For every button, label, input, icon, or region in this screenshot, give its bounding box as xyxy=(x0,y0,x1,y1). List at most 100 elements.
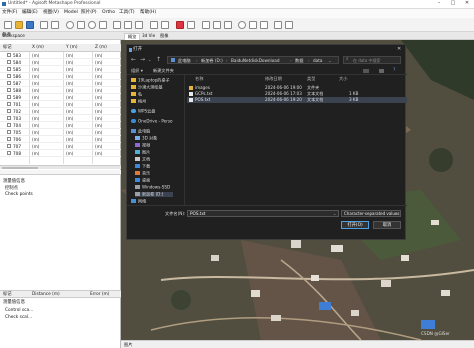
marker-icon[interactable] xyxy=(285,21,293,29)
dialog-close-icon[interactable]: ✕ xyxy=(397,47,401,52)
texture-icon[interactable] xyxy=(260,21,268,29)
maximize-icon[interactable]: □ xyxy=(446,1,460,8)
menu-photo[interactable]: 照片(P) xyxy=(81,10,97,16)
check-scale-bars-item[interactable]: Check scal... xyxy=(5,315,32,320)
col-name[interactable]: 名称 xyxy=(195,76,203,81)
path-segment[interactable]: 新加卷 (D:) xyxy=(201,58,223,63)
marker-checkbox[interactable] xyxy=(7,151,11,155)
marker-row[interactable]: 706 (m) (m) (m) xyxy=(0,136,121,143)
undo-icon[interactable] xyxy=(40,21,48,29)
marker-checkbox[interactable] xyxy=(7,123,11,127)
col-marker[interactable]: 标记 xyxy=(3,292,12,297)
reset-view-icon[interactable] xyxy=(224,21,232,29)
redo-icon[interactable] xyxy=(51,21,59,29)
marker-checkbox[interactable] xyxy=(7,137,11,141)
path-segment[interactable]: 数据 xyxy=(295,58,303,63)
scale-object-icon[interactable] xyxy=(135,21,143,29)
marker-checkbox[interactable] xyxy=(7,81,11,85)
menu-view[interactable]: 视图(V) xyxy=(43,10,59,16)
nav-item[interactable]: 3D 对象 xyxy=(135,136,157,141)
delete-icon[interactable] xyxy=(176,21,184,29)
close-icon[interactable]: ✕ xyxy=(460,1,474,8)
rotate-object-icon[interactable] xyxy=(124,21,132,29)
save-icon[interactable] xyxy=(26,21,34,29)
address-dropdown-icon[interactable]: ⌄ xyxy=(328,58,332,63)
crop-icon[interactable] xyxy=(187,21,195,29)
nav-item-selected[interactable]: 新加卷 (D:) xyxy=(135,192,174,197)
marker-row[interactable]: 585 (m) (m) (m) xyxy=(0,66,121,73)
col-x[interactable]: X (m) xyxy=(32,45,44,50)
marker-row[interactable]: 586 (m) (m) (m) xyxy=(0,73,121,80)
menu-ortho[interactable]: Ortho xyxy=(102,10,115,16)
point-cloud-icon[interactable] xyxy=(238,21,246,29)
nav-item[interactable]: 文档 xyxy=(135,157,150,162)
view-options-icon[interactable] xyxy=(363,69,369,73)
marker-row[interactable]: 588 (m) (m) (m) xyxy=(0,87,121,94)
col-type[interactable]: 类型 xyxy=(307,76,315,81)
nav-item[interactable]: 网络 xyxy=(131,199,146,204)
free-form-select-icon[interactable] xyxy=(99,21,107,29)
nav-item[interactable]: 19Laptop的桌子 xyxy=(131,78,170,83)
marker-row[interactable]: 705 (m) (m) (m) xyxy=(0,129,121,136)
marker-checkbox[interactable] xyxy=(7,60,11,64)
nav-item[interactable]: 此电脑 xyxy=(131,129,150,134)
check-points-item[interactable]: Check points xyxy=(5,192,33,197)
marker-checkbox[interactable] xyxy=(7,88,11,92)
file-type-select[interactable]: Character-separated values ⌄ xyxy=(341,210,401,217)
up-icon[interactable]: ↑ xyxy=(156,57,161,63)
mesh-icon[interactable] xyxy=(249,21,257,29)
open-project-icon[interactable] xyxy=(15,21,23,29)
marker-row[interactable]: 703 (m) (m) (m) xyxy=(0,115,121,122)
marker-checkbox[interactable] xyxy=(7,67,11,71)
scrollbar-thumb[interactable] xyxy=(2,166,38,169)
marker-row[interactable]: 589 (m) (m) (m) xyxy=(0,94,121,101)
marker-checkbox[interactable] xyxy=(7,130,11,134)
menu-file[interactable]: 文件(F) xyxy=(2,10,17,16)
col-distance[interactable]: Distance (m) xyxy=(32,292,60,297)
marker-checkbox[interactable] xyxy=(7,116,11,120)
menu-tools[interactable]: 工具(T) xyxy=(119,10,135,16)
horizontal-scrollbar[interactable] xyxy=(0,165,121,169)
recent-chevron-icon[interactable]: ⌄ xyxy=(148,58,151,62)
zoom-in-icon[interactable] xyxy=(202,21,210,29)
marker-checkbox[interactable] xyxy=(7,74,11,78)
nav-item[interactable]: OneDrive - Perso xyxy=(131,119,173,124)
col-date-modified[interactable]: 修改日期 xyxy=(265,76,282,81)
shape-icon[interactable] xyxy=(161,21,169,29)
camera-icon[interactable] xyxy=(274,21,282,29)
marker-row[interactable]: 583 (m) (m) (m) xyxy=(0,52,121,59)
new-project-icon[interactable] xyxy=(4,21,12,29)
marker-row[interactable]: 704 (m) (m) (m) xyxy=(0,122,121,129)
marker-row[interactable]: 702 (m) (m) (m) xyxy=(0,108,121,115)
tab-image[interactable]: 图像 xyxy=(160,33,168,38)
navigation-icon[interactable] xyxy=(66,21,74,29)
minimize-icon[interactable]: – xyxy=(432,1,446,8)
back-icon[interactable]: ← xyxy=(131,57,136,63)
control-points-item[interactable]: 控制点 xyxy=(5,186,18,191)
nav-item[interactable]: WPS云盘 xyxy=(131,109,155,114)
menu-model[interactable]: Model xyxy=(64,10,78,16)
col-marker[interactable]: 标记 xyxy=(3,45,12,50)
address-bar[interactable]: 此电脑 › 新加卷 (D:) › BaiduNetdiskDownload › … xyxy=(167,56,339,64)
forward-icon[interactable]: → xyxy=(140,57,145,63)
marker-row[interactable]: 701 (m) (m) (m) xyxy=(0,101,121,108)
menu-help[interactable]: 帮助(H) xyxy=(140,10,156,16)
nav-item[interactable]: 视频 xyxy=(135,143,150,148)
path-segment[interactable]: 此电脑 xyxy=(178,58,191,63)
nav-item[interactable]: 音乐 xyxy=(135,171,150,176)
organize-button[interactable]: 组织 ▾ xyxy=(131,68,143,73)
cancel-button[interactable]: 取消 xyxy=(373,221,401,229)
col-y[interactable]: Y (m) xyxy=(66,45,78,50)
marker-checkbox[interactable] xyxy=(7,144,11,148)
marker-checkbox[interactable] xyxy=(7,109,11,113)
marker-checkbox[interactable] xyxy=(7,102,11,106)
file-row-selected[interactable]: POS.txt 2024-06-06 19:20 文本文档 3 KB xyxy=(187,97,407,103)
marker-row[interactable]: 587 (m) (m) (m) xyxy=(0,80,121,87)
marker-row[interactable]: 708 (m) (m) (m) xyxy=(0,150,121,157)
help-icon[interactable]: ? xyxy=(393,68,395,74)
control-scale-bars-item[interactable]: Control sca... xyxy=(5,308,33,313)
marker-checkbox[interactable] xyxy=(7,53,11,57)
col-z[interactable]: Z (m) xyxy=(95,45,107,50)
path-segment[interactable]: data xyxy=(313,58,322,63)
menu-edit[interactable]: 编辑(E) xyxy=(22,10,38,16)
